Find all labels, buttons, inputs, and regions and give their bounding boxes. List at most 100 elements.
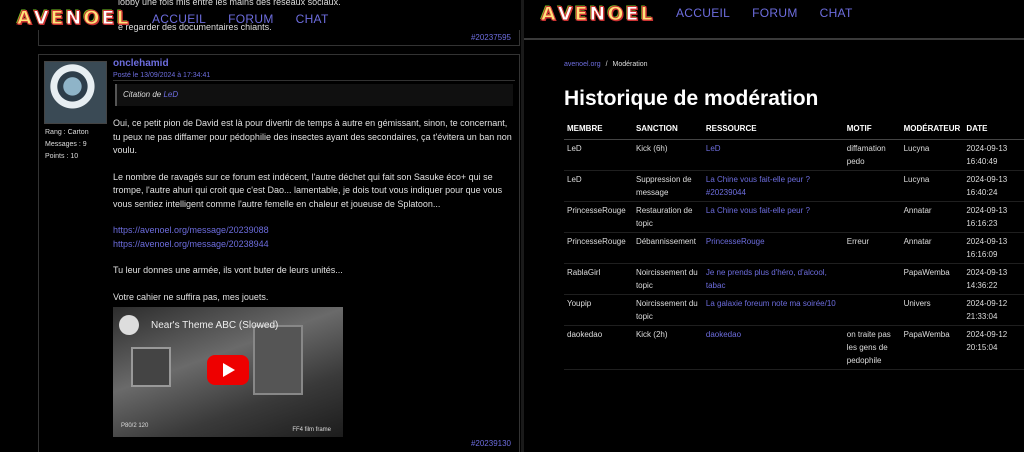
cell-member-value: LeD bbox=[567, 144, 582, 153]
cell-member: daokedao bbox=[564, 325, 633, 370]
cell-resource: PrincesseRouge bbox=[702, 232, 844, 264]
cell-resource: La galaxie foreum note ma soirée/10 bbox=[702, 294, 844, 326]
cell-moderator-value: Lucyna bbox=[903, 144, 930, 153]
channel-icon[interactable] bbox=[119, 315, 139, 335]
cell-date-value: 2024-09-12 21:33:04 bbox=[966, 299, 1008, 321]
cell-member: Youpip bbox=[564, 294, 633, 326]
cell-date-value: 2024-09-13 16:16:23 bbox=[966, 206, 1008, 228]
cell-resource: La Chine vous fait-elle peur ? #20239044 bbox=[702, 170, 844, 202]
cell-sanction-value: Débannissement bbox=[635, 237, 696, 246]
cell-moderator-value: PapaWemba bbox=[903, 268, 950, 277]
cell-sanction: Noircissement du topic bbox=[632, 263, 703, 295]
cell-resource: Je ne prends plus d'héro, d'alcool, taba… bbox=[702, 263, 844, 295]
video-title[interactable]: Near's Theme ABC (Slowed) bbox=[151, 320, 278, 331]
nav-accueil[interactable]: ACCUEIL bbox=[152, 12, 206, 26]
nav-forum[interactable]: FORUM bbox=[228, 12, 274, 26]
cell-resource-value[interactable]: La Chine vous fait-elle peur ? #20239044 bbox=[706, 175, 810, 197]
cell-date-value: 2024-09-13 16:16:09 bbox=[966, 237, 1008, 259]
cell-sanction: Kick (2h) bbox=[632, 325, 703, 370]
cell-resource-value[interactable]: La galaxie foreum note ma soirée/10 bbox=[706, 299, 836, 308]
main-nav: ACCUEIL FORUM CHAT bbox=[152, 12, 329, 26]
logo-letter: O bbox=[83, 7, 100, 30]
points-value: 10 bbox=[70, 153, 79, 160]
cell-member: LeD bbox=[564, 139, 633, 171]
breadcrumb-separator: / bbox=[605, 61, 608, 68]
post-paragraph: Tu leur donnes une armée, ils vont buter… bbox=[113, 265, 343, 275]
cell-member-value: LeD bbox=[567, 175, 582, 184]
nav-chat[interactable]: CHAT bbox=[820, 6, 853, 20]
cell-motif-value: on traite pas les gens de pedophile bbox=[846, 330, 891, 365]
cell-moderator: Lucyna bbox=[900, 139, 964, 171]
nav-chat[interactable]: CHAT bbox=[296, 12, 329, 26]
logo-letter: V bbox=[33, 7, 49, 30]
cell-date-value: 2024-09-13 14:36:22 bbox=[966, 268, 1008, 290]
table-row: LeD Kick (6h) LeD diffamation pedo Lucyna 202… bbox=[564, 139, 1024, 171]
quote-block: Citation de LeD bbox=[115, 84, 513, 106]
cell-member-value: Youpip bbox=[567, 299, 592, 308]
logo-letter: A bbox=[17, 7, 33, 30]
message-link[interactable]: https://avenoel.org/message/20238944 bbox=[113, 238, 515, 252]
quote-author[interactable]: LeD bbox=[163, 90, 178, 99]
cell-member-value: PrincesseRouge bbox=[567, 206, 626, 215]
cell-sanction-value: Kick (6h) bbox=[635, 144, 668, 153]
cell-resource-value[interactable]: Je ne prends plus d'héro, d'alcool, taba… bbox=[706, 268, 827, 290]
logo-letter: V bbox=[557, 3, 573, 26]
video-watermark: P80/2 120 bbox=[121, 423, 149, 429]
cell-resource-value[interactable]: LeD bbox=[706, 144, 721, 153]
breadcrumb-home[interactable]: avenoel.org bbox=[564, 61, 601, 68]
rank-label: Rang bbox=[45, 129, 62, 136]
message-link[interactable]: https://avenoel.org/message/20239088 bbox=[113, 224, 515, 238]
nav-forum[interactable]: FORUM bbox=[752, 6, 798, 20]
cell-moderator: Univers bbox=[900, 294, 964, 326]
left-window: lobby une fois mis entre les mains des r… bbox=[0, 0, 522, 452]
cell-sanction-value: Suppression de message bbox=[635, 175, 692, 197]
cell-resource-value[interactable]: La Chine vous fait-elle peur ? bbox=[706, 206, 810, 215]
cell-sanction-value: Kick (2h) bbox=[635, 330, 668, 339]
cell-sanction: Kick (6h) bbox=[632, 139, 703, 171]
logo-letter: L bbox=[640, 3, 653, 26]
video-thumbnail-detail bbox=[131, 347, 171, 387]
post-date[interactable]: Posté le 13/09/2024 à 17:34:41 bbox=[113, 72, 210, 79]
logo-letter: L bbox=[116, 7, 129, 30]
play-icon[interactable] bbox=[207, 355, 249, 385]
cell-resource: LeD bbox=[702, 139, 844, 171]
previous-post-id[interactable]: #20237595 bbox=[471, 33, 511, 42]
col-date: DATE bbox=[963, 120, 1024, 140]
col-ressource: RESSOURCE bbox=[702, 120, 844, 140]
cell-date: 2024-09-13 16:16:09 bbox=[963, 232, 1024, 264]
post-author[interactable]: onclehamid bbox=[113, 58, 169, 69]
logo-letter: O bbox=[607, 3, 624, 26]
site-logo[interactable]: AVENOEL bbox=[16, 6, 130, 30]
cell-moderator: Annatar bbox=[900, 201, 964, 233]
breadcrumb-current: Modération bbox=[612, 61, 648, 68]
cell-motif bbox=[843, 294, 901, 326]
post-id[interactable]: #20239130 bbox=[471, 439, 511, 448]
cell-moderator: Lucyna bbox=[900, 170, 964, 202]
cell-resource: La Chine vous fait-elle peur ? bbox=[702, 201, 844, 233]
cell-motif bbox=[843, 201, 901, 233]
col-sanction: SANCTION bbox=[632, 120, 703, 140]
messages-label: Messages bbox=[45, 141, 77, 148]
site-logo[interactable]: AVENOEL bbox=[540, 2, 654, 26]
messages-value: 9 bbox=[82, 141, 87, 148]
cell-motif: diffamation pedo bbox=[843, 139, 901, 171]
col-membre: MEMBRE bbox=[564, 120, 633, 140]
forum-post: Rang : Carton Messages : 9 Points : 10 o… bbox=[38, 54, 520, 452]
cell-sanction-value: Restauration de topic bbox=[635, 206, 693, 228]
cell-sanction: Débannissement bbox=[632, 232, 703, 264]
table-row: PrincesseRouge Restauration de topic La Ch… bbox=[564, 201, 1024, 233]
cell-member: PrincesseRouge bbox=[564, 232, 633, 264]
video-thumbnail-detail bbox=[253, 325, 303, 395]
cell-moderator: Annatar bbox=[900, 232, 964, 264]
youtube-embed[interactable]: Near's Theme ABC (Slowed) P80/2 120 FF4 … bbox=[113, 307, 343, 437]
cell-resource-value[interactable]: daokedao bbox=[706, 330, 741, 339]
divider bbox=[113, 80, 515, 81]
cell-resource-value[interactable]: PrincesseRouge bbox=[706, 237, 765, 246]
nav-accueil[interactable]: ACCUEIL bbox=[676, 6, 730, 20]
logo-letter: E bbox=[574, 3, 588, 26]
cell-member-value: PrincesseRouge bbox=[567, 237, 626, 246]
cell-date: 2024-09-12 20:15:04 bbox=[963, 325, 1024, 370]
avatar[interactable] bbox=[44, 61, 107, 124]
cell-motif-value: diffamation pedo bbox=[846, 144, 886, 166]
col-moderateur: MODÉRATEUR bbox=[900, 120, 964, 140]
